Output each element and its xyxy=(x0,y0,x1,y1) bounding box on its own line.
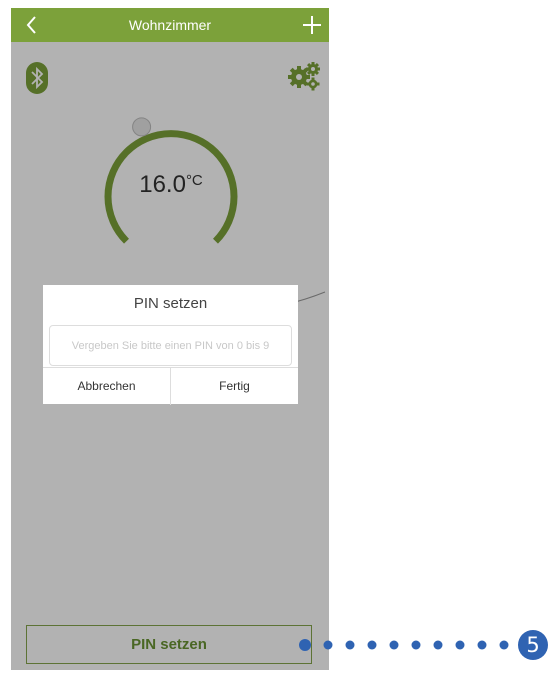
dialog-title: PIN setzen xyxy=(133,295,208,312)
callout-number-badge: 5 xyxy=(518,630,548,660)
confirm-button[interactable]: Fertig xyxy=(171,368,298,405)
room-title: Wohnzimmer xyxy=(128,17,212,33)
phone-screen: Wohnzimmer 16.0°C PIN setzen PIN setzen … xyxy=(11,8,329,670)
dialog-actions: Abbrechen Fertig xyxy=(43,367,298,405)
plus-icon[interactable] xyxy=(301,14,323,36)
pin-input[interactable] xyxy=(49,325,292,366)
chevron-left-icon[interactable] xyxy=(21,12,43,38)
cancel-button[interactable]: Abbrechen xyxy=(43,368,171,405)
top-bar: Wohnzimmer xyxy=(11,8,329,42)
pin-dialog: PIN setzen Abbrechen Fertig xyxy=(43,285,298,405)
callout-dotted-line xyxy=(299,639,509,651)
